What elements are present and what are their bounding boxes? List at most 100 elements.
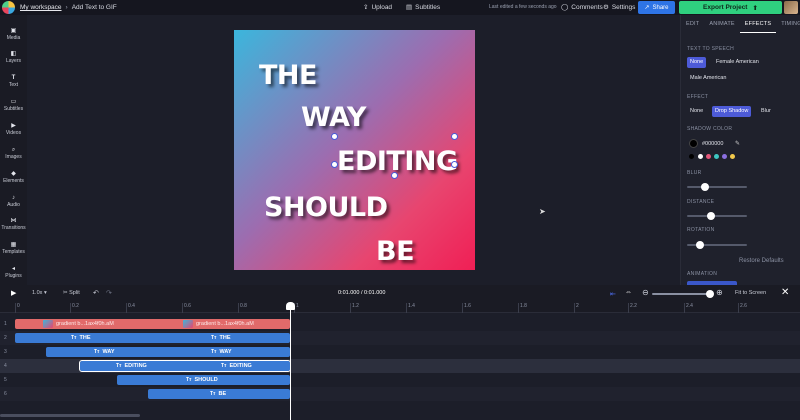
eyedropper-icon[interactable]: ✎ (735, 140, 740, 147)
images-icon: ⌕ (11, 147, 16, 153)
sidebar-item-templates[interactable]: ▦ Templates (0, 242, 27, 255)
split-button[interactable]: ✂ Split (63, 290, 80, 296)
resize-handle-bottom-left[interactable] (331, 161, 338, 168)
tab-timing[interactable]: TIMING (776, 15, 800, 33)
tts-option-male-american[interactable]: Male American (687, 73, 729, 84)
blur-slider[interactable] (687, 183, 747, 191)
blur-slider-knob[interactable] (701, 183, 709, 191)
upload-button[interactable]: ⇪ Upload (363, 3, 392, 12)
track-row[interactable]: 2 Tт THE Tт THE (0, 331, 800, 345)
avatar[interactable] (784, 1, 798, 14)
sidebar-item-media[interactable]: ▣ Media (0, 28, 27, 41)
zoom-slider-knob[interactable] (706, 290, 714, 298)
play-icon[interactable]: ▶ (11, 289, 16, 297)
app-logo-icon[interactable] (2, 1, 15, 14)
clip-segment: Tт EDITING (221, 361, 252, 371)
preset-color-white[interactable] (698, 154, 703, 159)
speed-select[interactable]: 1.0x ▾ (32, 290, 47, 296)
track-row[interactable]: 3 Tт WAY Tт WAY (0, 345, 800, 359)
fit-track-icon[interactable]: ⇤ (610, 290, 616, 298)
effect-option-none[interactable]: None (687, 106, 706, 117)
sidebar-item-audio[interactable]: ♪ Audio (0, 195, 27, 208)
text-clip[interactable]: Tт WAY Tт WAY (46, 347, 290, 357)
zoom-out-icon[interactable]: ⊖ (642, 288, 649, 297)
track-row[interactable]: 5 Tт SHOULD (0, 373, 800, 387)
text-clip-selected[interactable]: Tт EDITING Tт EDITING (79, 360, 291, 372)
sidebar-item-layers[interactable]: ◧ Layers (0, 51, 27, 64)
shadow-color-value[interactable]: #000000 (702, 141, 723, 147)
snap-icon[interactable]: ⇔ (625, 289, 632, 296)
effect-option-blur[interactable]: Blur (758, 106, 774, 117)
text-type-icon: Tт (186, 377, 192, 383)
ruler-tick: 1.2 (350, 303, 359, 313)
tts-option-female-american[interactable]: Female American (713, 57, 762, 68)
time-current: 0:01.000 (338, 290, 360, 296)
rotation-slider-knob[interactable] (696, 241, 704, 249)
canvas-text-way[interactable]: WAY (301, 102, 366, 133)
project-title[interactable]: Add Text to GIF (72, 4, 117, 11)
export-project-button[interactable]: Export Project ⬆ (679, 1, 782, 14)
shadow-color-swatch[interactable] (689, 139, 698, 148)
preset-color-pink[interactable] (706, 154, 711, 159)
preset-color-black[interactable] (689, 154, 694, 159)
playhead-handle[interactable] (286, 302, 295, 310)
media-clip[interactable]: gradient b...1ax4f0h.aM gradient b...1ax… (15, 319, 290, 329)
preset-color-purple[interactable] (722, 154, 727, 159)
undo-icon[interactable]: ↶ (93, 289, 99, 297)
tab-animate[interactable]: ANIMATE (704, 15, 739, 33)
canvas-text-should[interactable]: SHOULD (264, 192, 388, 223)
sidebar-item-plugins[interactable]: ◂ Plugins (0, 266, 27, 279)
sidebar-item-elements[interactable]: ◆ Elements (0, 171, 27, 184)
timeline-scrollbar[interactable] (0, 414, 140, 417)
distance-slider[interactable] (687, 212, 747, 220)
sidebar-item-videos[interactable]: ▶ Videos (0, 123, 27, 136)
artboard[interactable]: THE WAY EDITING SHOULD BE (234, 30, 475, 270)
zoom-in-icon[interactable]: ⊕ (716, 288, 723, 297)
sidebar-item-transitions[interactable]: ⋈ Transitions (0, 218, 27, 231)
comments-button[interactable]: ◯ Comments (561, 3, 603, 12)
chevron-right-icon: › (65, 4, 68, 11)
canvas-stage[interactable]: THE WAY EDITING SHOULD BE ➤ (27, 15, 680, 285)
sidebar-item-label: Layers (5, 58, 21, 64)
ruler-tick: 2.6 (738, 303, 747, 313)
videos-icon: ▶ (11, 123, 16, 129)
canvas-text-be[interactable]: BE (376, 236, 415, 267)
restore-defaults-link[interactable]: Restore Defaults (739, 258, 784, 264)
preset-color-teal[interactable] (714, 154, 719, 159)
canvas-text-the[interactable]: THE (259, 60, 317, 91)
track-row[interactable]: 4 Tт EDITING Tт EDITING (0, 359, 800, 373)
effect-option-drop-shadow[interactable]: Drop Shadow (712, 106, 752, 117)
resize-handle-bottom-right[interactable] (451, 161, 458, 168)
tab-edit[interactable]: EDIT (681, 15, 704, 33)
fit-to-screen-button[interactable]: Fit to Screen (735, 290, 766, 296)
ruler-tick: 1.8 (518, 303, 527, 313)
track-row[interactable]: 6 Tт BE (0, 387, 800, 401)
sidebar-item-subtitles[interactable]: ▭ Subtitles (0, 99, 27, 112)
settings-button[interactable]: ⚙ Settings (603, 3, 635, 12)
clip-thumbnail (183, 320, 193, 328)
distance-slider-knob[interactable] (707, 212, 715, 220)
resize-handle-top-left[interactable] (331, 133, 338, 140)
close-icon[interactable]: ✕ (781, 287, 789, 298)
playhead[interactable] (290, 303, 291, 420)
sidebar-item-text[interactable]: T Text (0, 75, 27, 88)
clip-segment: gradient b...1ax4f0h.aM (43, 319, 114, 329)
panel-tabs: EDIT ANIMATE EFFECTS TIMING (681, 15, 800, 33)
redo-icon[interactable]: ↷ (106, 289, 112, 297)
zoom-slider[interactable] (652, 293, 712, 295)
tts-option-none[interactable]: None (687, 57, 707, 68)
text-clip[interactable]: Tт SHOULD (117, 375, 290, 385)
text-clip[interactable]: Tт BE (148, 389, 290, 399)
sidebar-item-images[interactable]: ⌕ Images (0, 147, 27, 160)
timeline-ruler[interactable]: 0 0.2 0.4 0.6 0.8 1 1.2 1.4 1.6 1.8 2 2.… (0, 303, 800, 313)
resize-handle-top-right[interactable] (451, 133, 458, 140)
breadcrumb-workspace[interactable]: My workspace (20, 4, 62, 11)
preset-color-yellow[interactable] (730, 154, 735, 159)
rotation-slider[interactable] (687, 241, 747, 249)
tab-effects[interactable]: EFFECTS (739, 15, 777, 33)
share-button[interactable]: ↗ Share (638, 1, 675, 14)
track-row[interactable]: 1 gradient b...1ax4f0h.aM gradient b...1… (0, 317, 800, 331)
text-clip[interactable]: Tт THE Tт THE (15, 333, 290, 343)
rotate-handle[interactable] (391, 172, 398, 179)
subtitles-button[interactable]: ▤ Subtitles (406, 3, 440, 12)
